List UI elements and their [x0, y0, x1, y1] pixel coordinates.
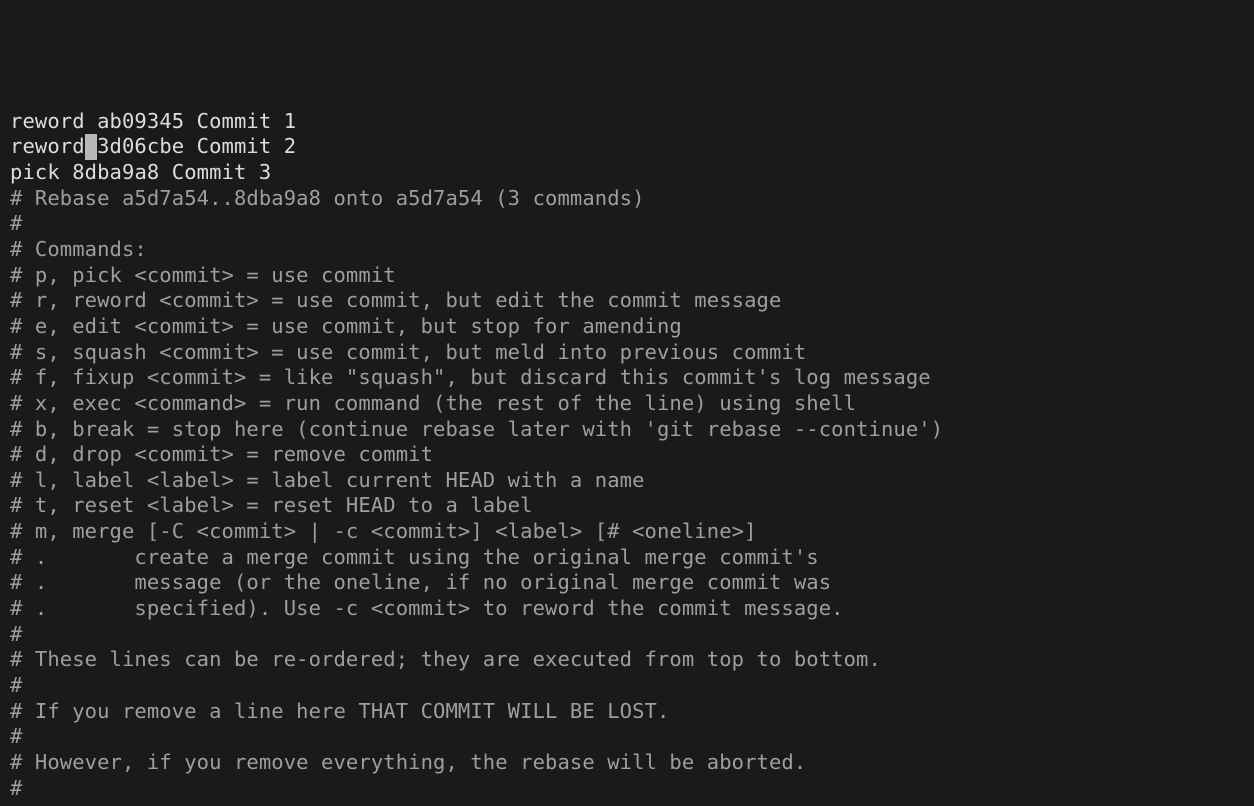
comment-line[interactable]: #	[10, 673, 1244, 699]
comment-line[interactable]: #	[10, 622, 1244, 648]
comment-line[interactable]: # x, exec <command> = run command (the r…	[10, 391, 1244, 417]
comment-line[interactable]: # However, if you remove everything, the…	[10, 750, 1244, 776]
comment-line[interactable]: #	[10, 724, 1244, 750]
rebase-action: pick	[10, 160, 60, 184]
comment-line[interactable]: # e, edit <commit> = use commit, but sto…	[10, 314, 1244, 340]
comment-line[interactable]: # . create a merge commit using the orig…	[10, 545, 1244, 571]
comment-line[interactable]: # l, label <label> = label current HEAD …	[10, 468, 1244, 494]
comment-line[interactable]: # . message (or the oneline, if no origi…	[10, 570, 1244, 596]
comment-line[interactable]: # p, pick <commit> = use commit	[10, 263, 1244, 289]
comment-line[interactable]: # These lines can be re-ordered; they ar…	[10, 647, 1244, 673]
comment-line[interactable]: #	[10, 776, 1244, 802]
text-cursor	[85, 134, 97, 160]
comment-line[interactable]: #	[10, 211, 1244, 237]
comment-line[interactable]: # If you remove a line here THAT COMMIT …	[10, 699, 1244, 725]
comment-line[interactable]: # . specified). Use -c <commit> to rewor…	[10, 596, 1244, 622]
comment-line[interactable]: # r, reword <commit> = use commit, but e…	[10, 288, 1244, 314]
comment-line[interactable]: # t, reset <label> = reset HEAD to a lab…	[10, 493, 1244, 519]
commit-line[interactable]: pick 8dba9a8 Commit 3	[10, 160, 1244, 186]
comment-line[interactable]: # d, drop <commit> = remove commit	[10, 442, 1244, 468]
commit-line[interactable]: reword 3d06cbe Commit 2	[10, 134, 1244, 160]
comment-line[interactable]: # Rebase a5d7a54..8dba9a8 onto a5d7a54 (…	[10, 186, 1244, 212]
commit-rest: 8dba9a8 Commit 3	[72, 160, 271, 184]
rebase-todo-editor[interactable]: reword ab09345 Commit 1reword 3d06cbe Co…	[10, 109, 1244, 802]
commit-rest: 3d06cbe Commit 2	[97, 134, 296, 158]
comment-line[interactable]: # b, break = stop here (continue rebase …	[10, 417, 1244, 443]
rebase-action: reword	[10, 134, 85, 158]
comment-line[interactable]: # Commands:	[10, 237, 1244, 263]
comment-line[interactable]: # f, fixup <commit> = like "squash", but…	[10, 365, 1244, 391]
rebase-action: reword	[10, 109, 85, 133]
commit-line[interactable]: reword ab09345 Commit 1	[10, 109, 1244, 135]
comment-line[interactable]: # s, squash <commit> = use commit, but m…	[10, 340, 1244, 366]
commit-rest: ab09345 Commit 1	[97, 109, 296, 133]
comment-line[interactable]: # m, merge [-C <commit> | -c <commit>] <…	[10, 519, 1244, 545]
